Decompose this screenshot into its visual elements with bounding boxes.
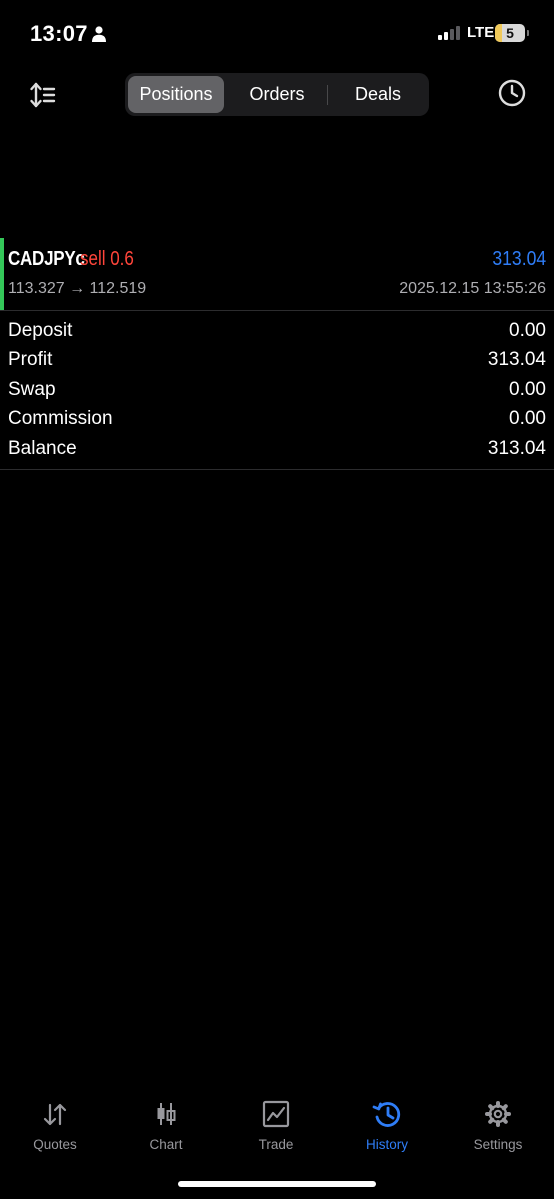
summary-value: 313.04 [487,349,546,371]
battery-icon: 5 [495,24,525,42]
sort-icon [30,82,56,108]
position-side-lot: sell 0.6 [80,248,134,270]
summary-value: 0.00 [509,320,546,341]
summary-panel: Deposit 0.00 Profit 313.04 Swap 0.00 Com… [0,317,554,464]
tab-settings[interactable]: Settings [443,1095,553,1155]
summary-label: Swap [8,378,56,400]
summary-value: 0.00 [509,378,546,400]
tab-label: History [365,1137,408,1152]
status-time: 13:07 [30,21,88,46]
tab-chart[interactable]: Chart [111,1095,221,1155]
history-icon [372,1102,401,1127]
trend-chart-icon [262,1100,290,1128]
summary-label: Commission [8,408,113,430]
person-icon [92,26,106,42]
battery-level: 5 [506,25,514,41]
summary-row-profit: Profit 313.04 [0,346,554,375]
tab-label: Chart [149,1137,183,1152]
summary-row-swap: Swap 0.00 [0,376,554,405]
period-button[interactable] [497,78,527,108]
network-type: LTE [467,24,495,41]
tab-label: Quotes [33,1137,77,1152]
tab-orders[interactable]: Orders [229,76,325,113]
summary-value: 0.00 [509,408,546,430]
gear-icon [485,1101,511,1127]
history-segmented-control: Positions Orders Deals [125,73,429,116]
summary-label: Balance [8,437,77,459]
status-bar: 13:07 LTE 5 [0,0,554,66]
divider [0,310,554,311]
home-indicator [178,1181,376,1187]
divider [0,469,554,470]
summary-row-balance: Balance 313.04 [0,435,554,464]
position-prices: 113.327 → 112.519 [8,280,147,297]
cellular-signal-icon [438,26,462,40]
tab-label: Trade [258,1137,294,1152]
candlestick-icon [157,1103,176,1125]
summary-label: Deposit [8,320,73,341]
position-symbol: CADJPYc [8,248,85,270]
position-accent-bar [0,238,4,310]
tab-trade[interactable]: Trade [221,1095,331,1155]
bottom-tab-bar: Quotes Chart Trade History Settings [0,1095,554,1155]
tab-history[interactable]: History [332,1095,442,1155]
position-profit: 313.04 [492,248,546,270]
summary-value: 313.04 [487,437,546,459]
position-time: 2025.12.15 13:55:26 [399,280,546,297]
tab-positions[interactable]: Positions [128,76,224,113]
position-row[interactable]: CADJPYc sell 0.6 313.04 113.327 → 112.51… [0,238,554,310]
tab-quotes[interactable]: Quotes [0,1095,110,1155]
summary-label: Profit [8,349,53,371]
battery-tip [527,30,529,36]
summary-row-deposit: Deposit 0.00 [0,317,554,346]
clock-icon [498,79,526,107]
tab-deals[interactable]: Deals [330,76,426,113]
segment-divider [327,85,328,105]
tab-label: Settings [473,1137,523,1152]
summary-row-commission: Commission 0.00 [0,405,554,434]
arrows-up-down-icon [43,1103,67,1126]
sort-button[interactable] [28,80,58,110]
